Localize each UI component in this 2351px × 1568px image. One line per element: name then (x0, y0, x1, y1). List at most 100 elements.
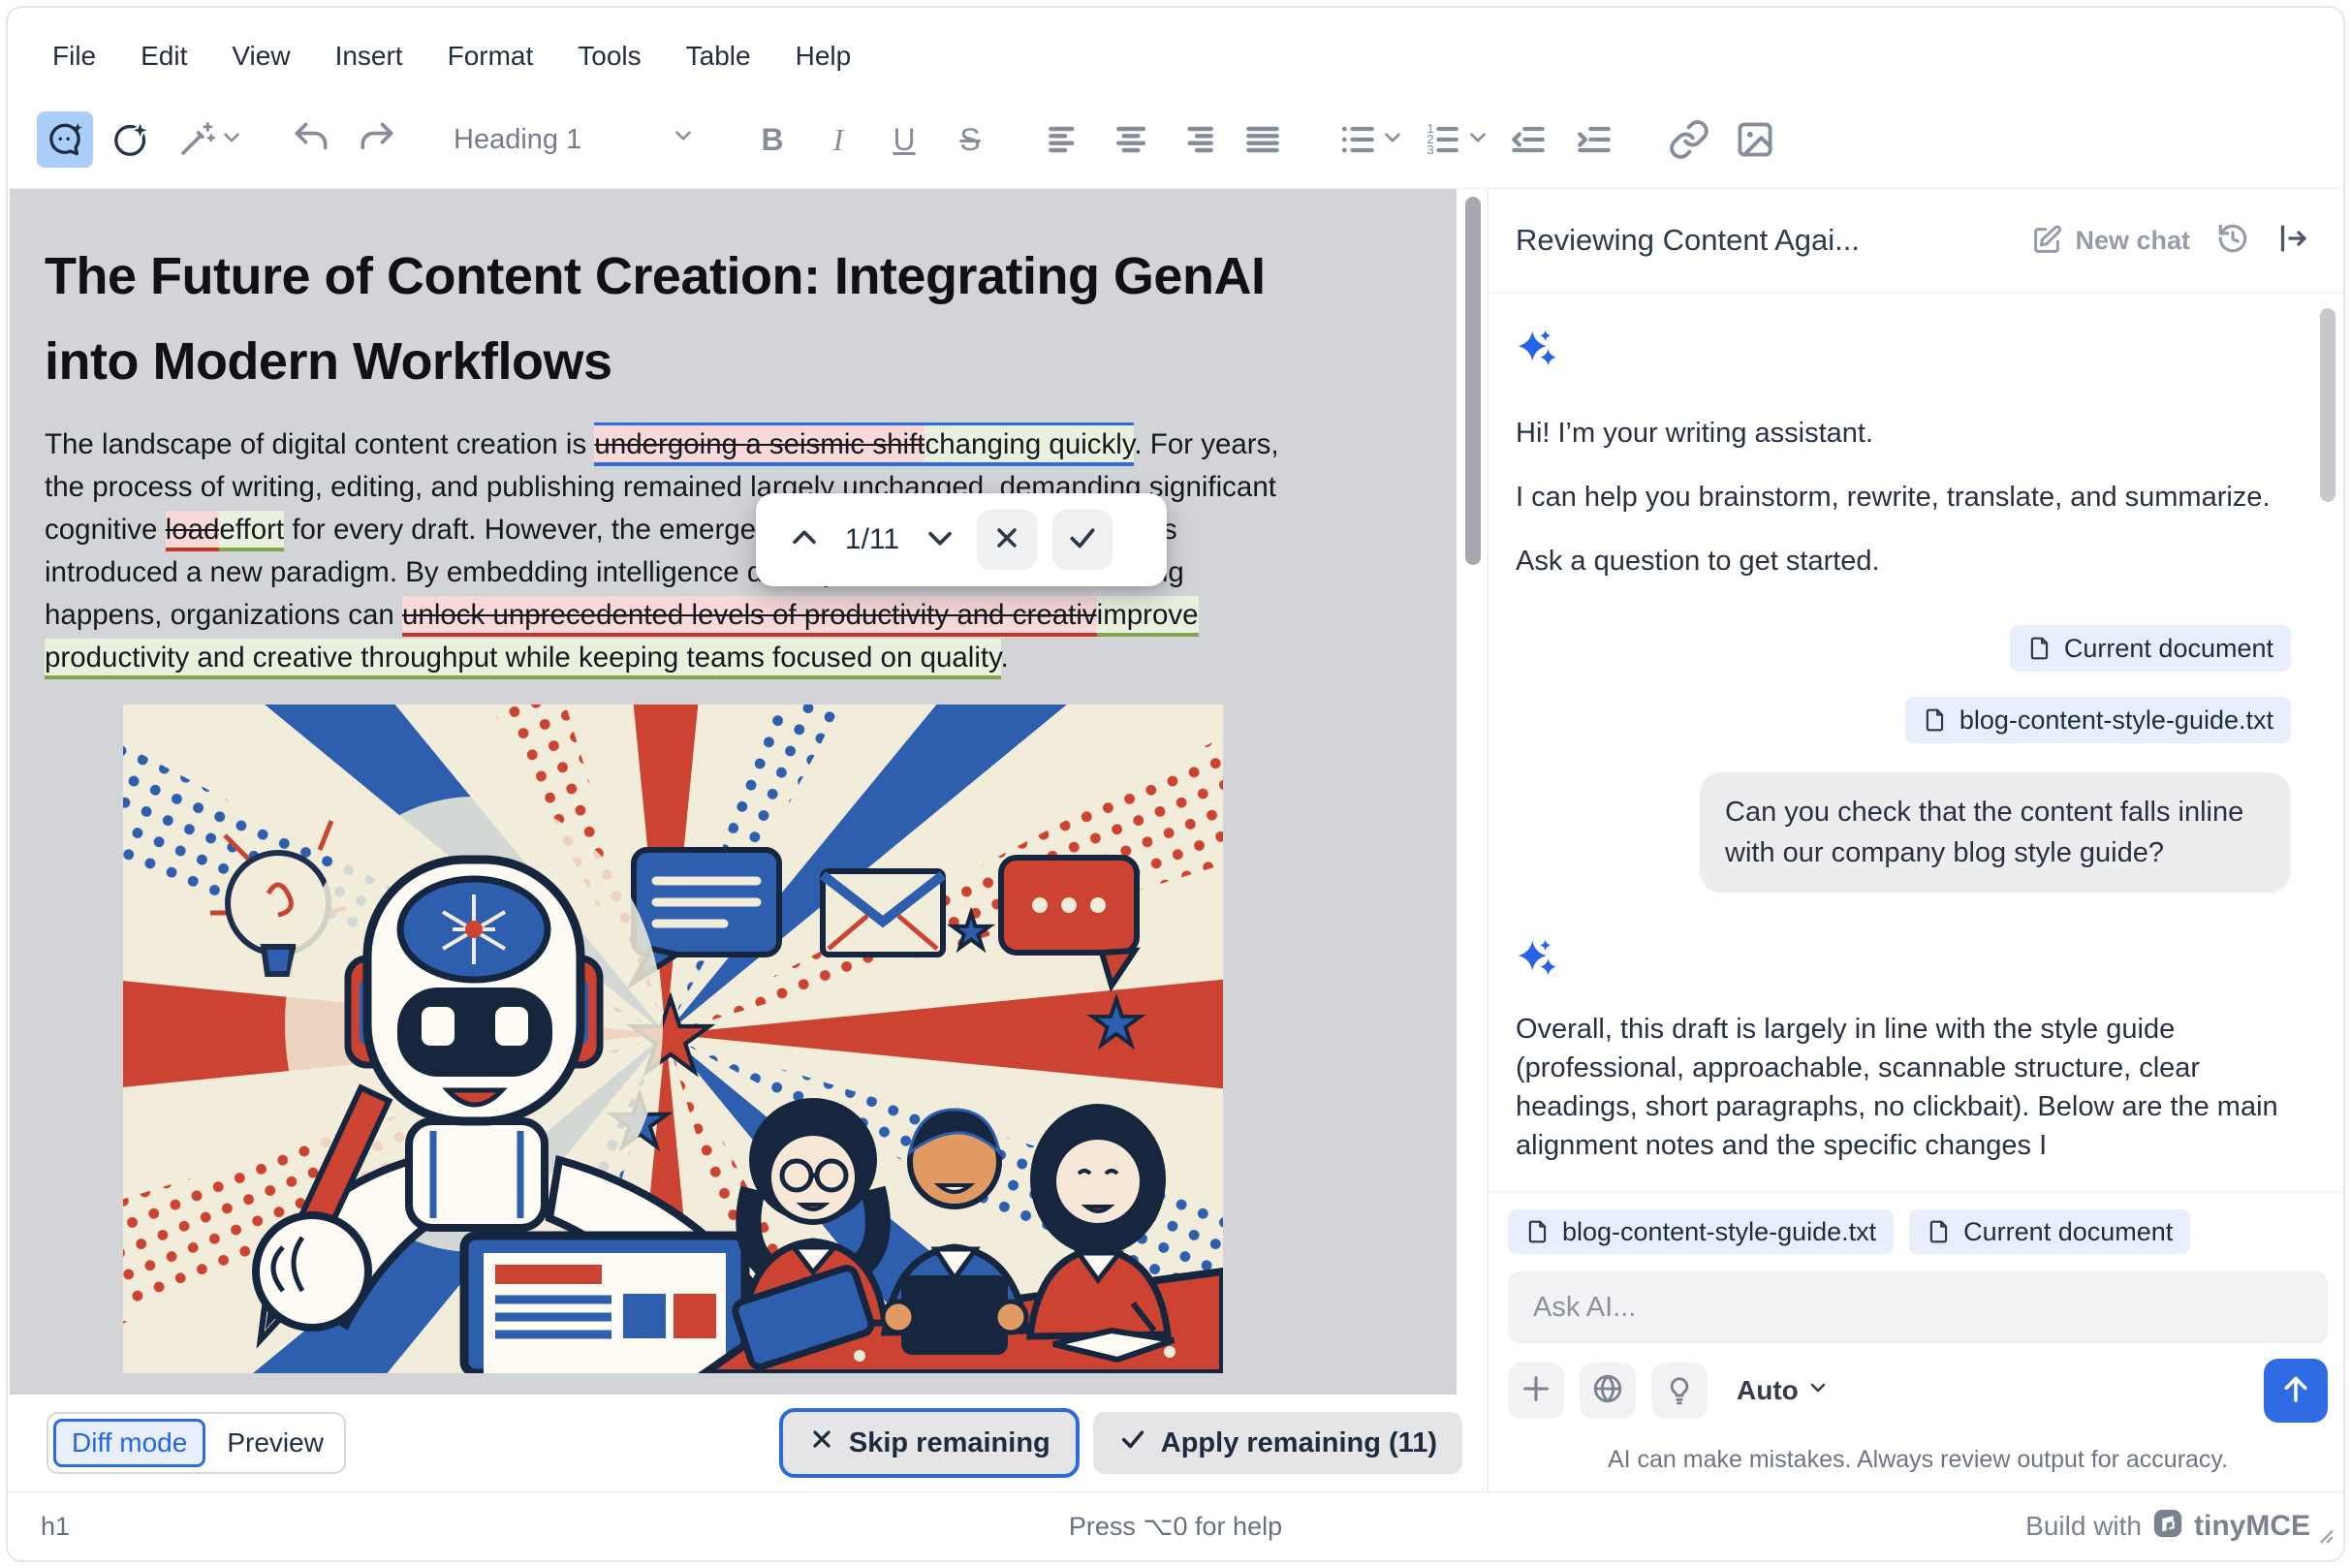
menu-tools[interactable]: Tools (578, 41, 641, 72)
view-mode-toggle: Diff mode Preview (47, 1412, 346, 1474)
next-change-button[interactable] (919, 518, 961, 561)
web-search-button[interactable] (1580, 1363, 1636, 1419)
check-icon (1118, 1425, 1147, 1461)
align-center-button[interactable] (1103, 111, 1159, 168)
model-selector[interactable]: Auto (1737, 1375, 1830, 1406)
chevron-down-icon (1806, 1375, 1830, 1406)
menubar: File Edit View Insert Format Tools Table… (8, 8, 2343, 91)
close-icon (991, 522, 1022, 558)
skip-remaining-button[interactable]: Skip remaining (783, 1412, 1076, 1474)
inserted-text[interactable]: effort (219, 511, 284, 551)
underline-button[interactable]: U (876, 111, 932, 168)
menu-file[interactable]: File (52, 41, 96, 72)
align-left-icon (1044, 118, 1086, 161)
insert-image-button[interactable] (1727, 111, 1783, 168)
bullet-list-button[interactable] (1330, 111, 1386, 168)
resize-handle-icon[interactable] (2314, 1522, 2335, 1552)
image-icon (1734, 118, 1776, 161)
chevron-down-icon[interactable] (219, 125, 244, 155)
new-chat-button[interactable]: New chat (2030, 224, 2190, 257)
menu-table[interactable]: Table (686, 41, 751, 72)
deleted-text: undergoing a seismic shift (594, 425, 925, 462)
undo-button[interactable] (283, 111, 339, 168)
suggestions-button[interactable] (1651, 1363, 1708, 1419)
deleted-text[interactable]: load (166, 511, 220, 551)
chevron-down-icon[interactable] (1465, 125, 1490, 155)
redo-button[interactable] (349, 111, 405, 168)
bullet-list-icon (1336, 118, 1379, 161)
preview-tab[interactable]: Preview (211, 1422, 339, 1464)
collapse-sidebar-button[interactable] (2275, 221, 2310, 261)
input-chip-style-guide[interactable]: blog-content-style-guide.txt (1508, 1209, 1894, 1254)
ai-sparkles-icon (1516, 935, 1560, 980)
context-chip-style-guide[interactable]: blog-content-style-guide.txt (1905, 697, 2291, 743)
ai-sparkles-icon (1516, 358, 1560, 374)
accept-change-button[interactable] (1052, 510, 1113, 570)
attach-button[interactable] (1508, 1363, 1564, 1419)
input-context-chips: blog-content-style-guide.txt Current doc… (1508, 1209, 2328, 1254)
insert-link-button[interactable] (1661, 111, 1717, 168)
editor-pane: The Future of Content Creation: Integrat… (8, 189, 1489, 1491)
numbered-list-button[interactable]: 123 (1415, 111, 1471, 168)
align-right-button[interactable] (1169, 111, 1225, 168)
reject-change-button[interactable] (977, 510, 1037, 570)
ai-chat-bubble-icon (45, 119, 85, 160)
justify-icon (1241, 118, 1284, 161)
align-center-icon (1110, 118, 1152, 161)
deleted-text[interactable]: unlock unprecedented levels of productiv… (402, 596, 1097, 637)
menu-insert[interactable]: Insert (335, 41, 403, 72)
align-left-button[interactable] (1037, 111, 1093, 168)
bold-button[interactable]: B (744, 111, 800, 168)
ai-assistant-button[interactable] (37, 111, 93, 168)
collapse-panel-icon (2275, 221, 2310, 261)
chat-input-panel: blog-content-style-guide.txt Current doc… (1489, 1191, 2343, 1491)
menu-edit[interactable]: Edit (141, 41, 187, 72)
chat-message-list[interactable]: Hi! I’m your writing assistant. I can he… (1489, 293, 2343, 1191)
editor-content-area[interactable]: The Future of Content Creation: Integrat… (10, 189, 1457, 1395)
italic-button[interactable]: I (810, 111, 866, 168)
main-area: The Future of Content Creation: Integrat… (8, 188, 2343, 1491)
brand-prefix: Build with (2025, 1511, 2142, 1542)
ai-sparkle-circle-icon (110, 119, 151, 160)
ai-tools-button[interactable] (169, 111, 225, 168)
paragraph-text: . (1001, 642, 1009, 674)
previous-change-button[interactable] (783, 518, 826, 561)
editor-scrollbar[interactable] (1465, 197, 1481, 565)
document-image-robot-pop-art[interactable] (123, 705, 1223, 1373)
app-window: File Edit View Insert Format Tools Table… (6, 6, 2345, 1562)
tinymce-branding[interactable]: Build with tinyMCE (2025, 1507, 2310, 1547)
strikethrough-button[interactable]: S (942, 111, 998, 168)
diff-mode-tab[interactable]: Diff mode (53, 1419, 205, 1467)
menu-view[interactable]: View (232, 41, 290, 72)
apply-remaining-button[interactable]: Apply remaining (11) (1093, 1412, 1462, 1474)
brand-name: tinyMCE (2194, 1510, 2310, 1543)
indent-button[interactable] (1566, 111, 1622, 168)
send-button[interactable] (2264, 1359, 2328, 1423)
block-format-select[interactable]: Heading 1 (444, 111, 705, 168)
ai-shortcuts-button[interactable] (103, 111, 159, 168)
globe-icon (1591, 1372, 1624, 1410)
plus-icon (1520, 1372, 1552, 1410)
menu-help[interactable]: Help (796, 41, 852, 72)
justify-button[interactable] (1235, 111, 1291, 168)
chat-scrollbar[interactable] (2320, 308, 2335, 502)
input-actions-row: Auto (1508, 1359, 2328, 1423)
chat-history-button[interactable] (2215, 221, 2250, 261)
outdent-button[interactable] (1500, 111, 1556, 168)
paragraph-text: The landscape of digital content creatio… (45, 428, 594, 460)
underline-glyph: U (893, 122, 915, 158)
chevron-up-icon (788, 521, 821, 559)
statusbar: h1 Press ⌥0 for help Build with tinyMCE (8, 1491, 2343, 1560)
document-heading: The Future of Content Creation: Integrat… (45, 234, 1301, 404)
undo-icon (290, 118, 332, 161)
ai-disclaimer: AI can make mistakes. Always review outp… (1508, 1446, 2328, 1474)
ask-ai-input[interactable] (1508, 1271, 2328, 1343)
ai-chat-sidebar: Reviewing Content Agai... New chat (1489, 189, 2343, 1491)
inserted-text: changing quickly (925, 425, 1134, 462)
context-chip-current-document[interactable]: Current document (2010, 625, 2291, 672)
input-chip-current-document[interactable]: Current document (1909, 1209, 2190, 1254)
current-diff-change[interactable]: undergoing a seismic shiftchanging quick… (594, 423, 1134, 466)
chip-label: Current document (2064, 634, 2273, 664)
menu-format[interactable]: Format (448, 41, 534, 72)
chevron-down-icon[interactable] (1380, 125, 1405, 155)
